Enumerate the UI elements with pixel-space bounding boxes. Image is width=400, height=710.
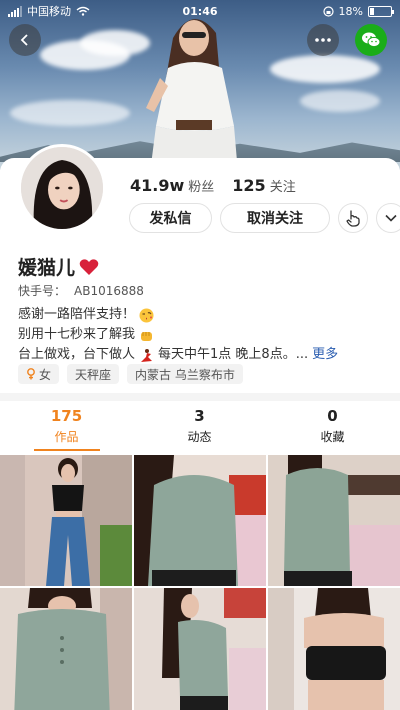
chevron-down-icon [385, 214, 397, 222]
tab-label: 收藏 [320, 430, 345, 444]
bio-more-link[interactable]: 更多 [312, 345, 338, 365]
unfollow-button[interactable]: 取消关注 [220, 203, 330, 233]
profile-stats: 41.9w 粉丝 125 关注 [130, 176, 296, 195]
section-divider [0, 393, 400, 401]
battery-percent: 18% [338, 4, 363, 18]
profile-name-row: 媛猫儿 [18, 253, 99, 280]
bio-line: 感谢一路陪伴支持！ [18, 307, 136, 322]
tab-moments[interactable]: 3 动态 [133, 401, 266, 453]
follow-count: 125 [232, 176, 266, 195]
expand-button[interactable] [376, 203, 400, 233]
zodiac-tag: 天秤座 [67, 364, 120, 384]
wechat-icon [362, 32, 381, 48]
wifi-icon [76, 6, 90, 16]
kuaishou-id-label: 快手号： [18, 284, 67, 298]
fans-stat[interactable]: 41.9w 粉丝 [130, 176, 214, 195]
tab-count: 3 [194, 407, 205, 425]
chevron-left-icon [20, 34, 28, 46]
battery-icon [368, 5, 394, 17]
tab-works[interactable]: 175 作品 [0, 401, 133, 453]
fans-label: 粉丝 [188, 180, 215, 195]
follow-stat[interactable]: 125 关注 [232, 176, 295, 195]
more-dots-icon [315, 38, 331, 42]
bio: 感谢一路陪伴支持！ 别用十七秒来了解我 台上做戏，台下做人 每天中午1点 晚上8… [18, 305, 338, 365]
tab-count: 175 [50, 407, 83, 425]
profile-name: 媛猫儿 [18, 257, 76, 279]
video-thumbnail[interactable] [268, 588, 400, 710]
bio-line: 台上做戏，台下做人 [18, 347, 136, 362]
cover-photo [146, 19, 238, 170]
tag-row: 女 天秤座 内蒙古 乌兰察布市 [18, 364, 243, 384]
video-thumbnail[interactable] [134, 455, 266, 586]
tab-label: 作品 [54, 430, 79, 444]
video-grid [0, 455, 400, 710]
tab-label: 动态 [187, 430, 212, 444]
tab-count: 0 [327, 407, 338, 425]
rotation-lock-icon [322, 5, 334, 17]
female-icon [27, 368, 35, 380]
kiss-emoji-icon [139, 308, 154, 322]
video-thumbnail[interactable] [134, 588, 266, 710]
avatar[interactable] [18, 144, 106, 232]
status-bar: 中国移动 01:46 18% [0, 0, 400, 22]
gender-label: 女 [39, 367, 52, 382]
dancer-emoji-icon [141, 348, 153, 362]
heart-icon [79, 258, 99, 275]
signal-icon [8, 5, 22, 17]
fist-emoji-icon [141, 331, 153, 341]
hand-pointer-icon [346, 210, 360, 227]
back-button[interactable] [9, 24, 41, 56]
gender-tag: 女 [18, 364, 60, 384]
wechat-share-button[interactable] [355, 24, 387, 56]
bio-line: 每天中午1点 晚上8点。... [158, 347, 309, 362]
action-row: 发私信 取消关注 [129, 203, 400, 233]
video-thumbnail[interactable] [0, 588, 132, 710]
poke-button[interactable] [338, 203, 368, 233]
more-options-button[interactable] [307, 24, 339, 56]
carrier-label: 中国移动 [27, 5, 71, 18]
video-thumbnail[interactable] [268, 455, 400, 586]
content-tabs: 175 作品 3 动态 0 收藏 [0, 401, 400, 453]
location-tag: 内蒙古 乌兰察布市 [127, 364, 243, 384]
follow-label: 关注 [269, 180, 296, 195]
tab-favorites[interactable]: 0 收藏 [266, 401, 399, 453]
fans-count: 41.9w [130, 176, 185, 195]
kuaishou-id: AB1016888 [74, 284, 144, 298]
send-message-button[interactable]: 发私信 [129, 203, 212, 233]
kuaishou-id-row: 快手号： AB1016888 [18, 282, 152, 299]
bio-line: 别用十七秒来了解我 [18, 327, 136, 342]
video-thumbnail[interactable] [0, 455, 132, 586]
